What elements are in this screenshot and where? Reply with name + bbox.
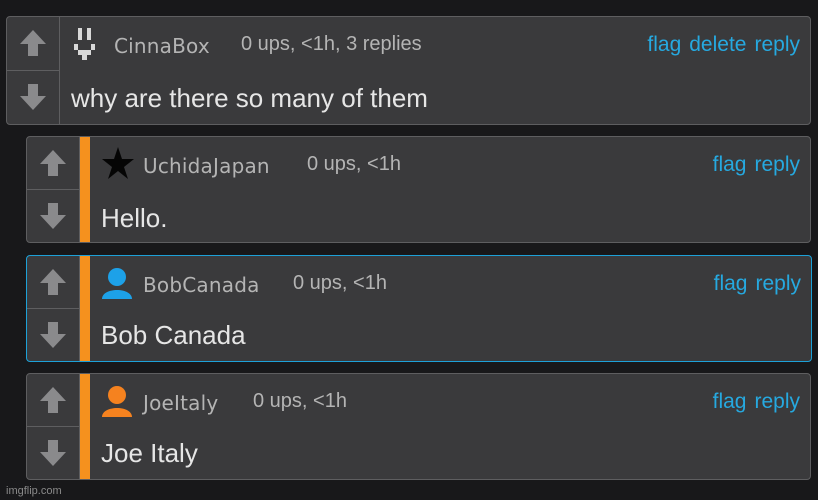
comment-username[interactable]: UchidaJapan <box>143 154 270 178</box>
upvote-button[interactable] <box>27 374 79 427</box>
up-arrow-icon <box>40 149 66 176</box>
down-arrow-icon <box>20 84 46 111</box>
downvote-button[interactable] <box>7 71 59 125</box>
comment-actions: flag reply <box>705 153 800 177</box>
black-star-icon[interactable] <box>101 145 135 181</box>
comment-text: Joe Italy <box>101 438 198 468</box>
vote-controls <box>27 256 80 361</box>
pixel-face-icon[interactable] <box>73 25 99 65</box>
comment-actions: flag delete reply <box>639 33 800 57</box>
upvote-button[interactable] <box>27 137 79 190</box>
comment-meta: 0 ups, <1h <box>307 153 401 175</box>
upvote-button[interactable] <box>27 256 79 309</box>
down-arrow-icon <box>40 321 66 348</box>
comment-meta: 0 ups, <1h <box>293 272 387 294</box>
comment-username[interactable]: JoeItaly <box>143 391 218 415</box>
reply-link[interactable]: reply <box>755 272 801 295</box>
comment-bobcanada: BobCanada 0 ups, <1h flag reply Bob Canad… <box>26 255 812 362</box>
comment-actions: flag reply <box>705 390 800 414</box>
down-arrow-icon <box>40 439 66 466</box>
reply-accent-bar <box>80 256 90 361</box>
comment-text: Bob Canada <box>101 320 246 350</box>
orange-user-icon[interactable] <box>101 384 133 418</box>
down-arrow-icon <box>40 202 66 229</box>
vote-controls <box>27 374 80 479</box>
vote-controls <box>7 17 60 124</box>
comment-username[interactable]: BobCanada <box>143 273 260 297</box>
comment-text: why are there so many of them <box>71 83 428 113</box>
comment-meta: 0 ups, <1h <box>253 390 347 412</box>
downvote-button[interactable] <box>27 427 79 480</box>
up-arrow-icon <box>20 30 46 57</box>
comment-joeitaly: JoeItaly 0 ups, <1h flag reply Joe Italy <box>26 373 811 480</box>
blue-user-icon[interactable] <box>101 266 133 300</box>
comment-actions: flag reply <box>706 272 801 296</box>
reply-link[interactable]: reply <box>754 390 800 413</box>
comment-cinnabox: CinnaBox 0 ups, <1h, 3 replies flag delet… <box>6 16 811 125</box>
vote-controls <box>27 137 80 242</box>
downvote-button[interactable] <box>27 309 79 362</box>
comment-username[interactable]: CinnaBox <box>114 34 210 58</box>
reply-link[interactable]: reply <box>754 153 800 176</box>
flag-link[interactable]: flag <box>647 33 681 56</box>
delete-link[interactable]: delete <box>689 33 746 56</box>
watermark: imgflip.com <box>6 485 62 497</box>
up-arrow-icon <box>40 386 66 413</box>
reply-accent-bar <box>80 374 90 479</box>
comment-meta: 0 ups, <1h, 3 replies <box>241 33 422 55</box>
upvote-button[interactable] <box>7 17 59 71</box>
downvote-button[interactable] <box>27 190 79 243</box>
up-arrow-icon <box>40 268 66 295</box>
flag-link[interactable]: flag <box>713 390 747 413</box>
flag-link[interactable]: flag <box>713 153 747 176</box>
reply-accent-bar <box>80 137 90 242</box>
flag-link[interactable]: flag <box>714 272 748 295</box>
reply-link[interactable]: reply <box>754 33 800 56</box>
comment-uchidajapan: UchidaJapan 0 ups, <1h flag reply Hello. <box>26 136 811 243</box>
comment-text: Hello. <box>101 203 168 233</box>
